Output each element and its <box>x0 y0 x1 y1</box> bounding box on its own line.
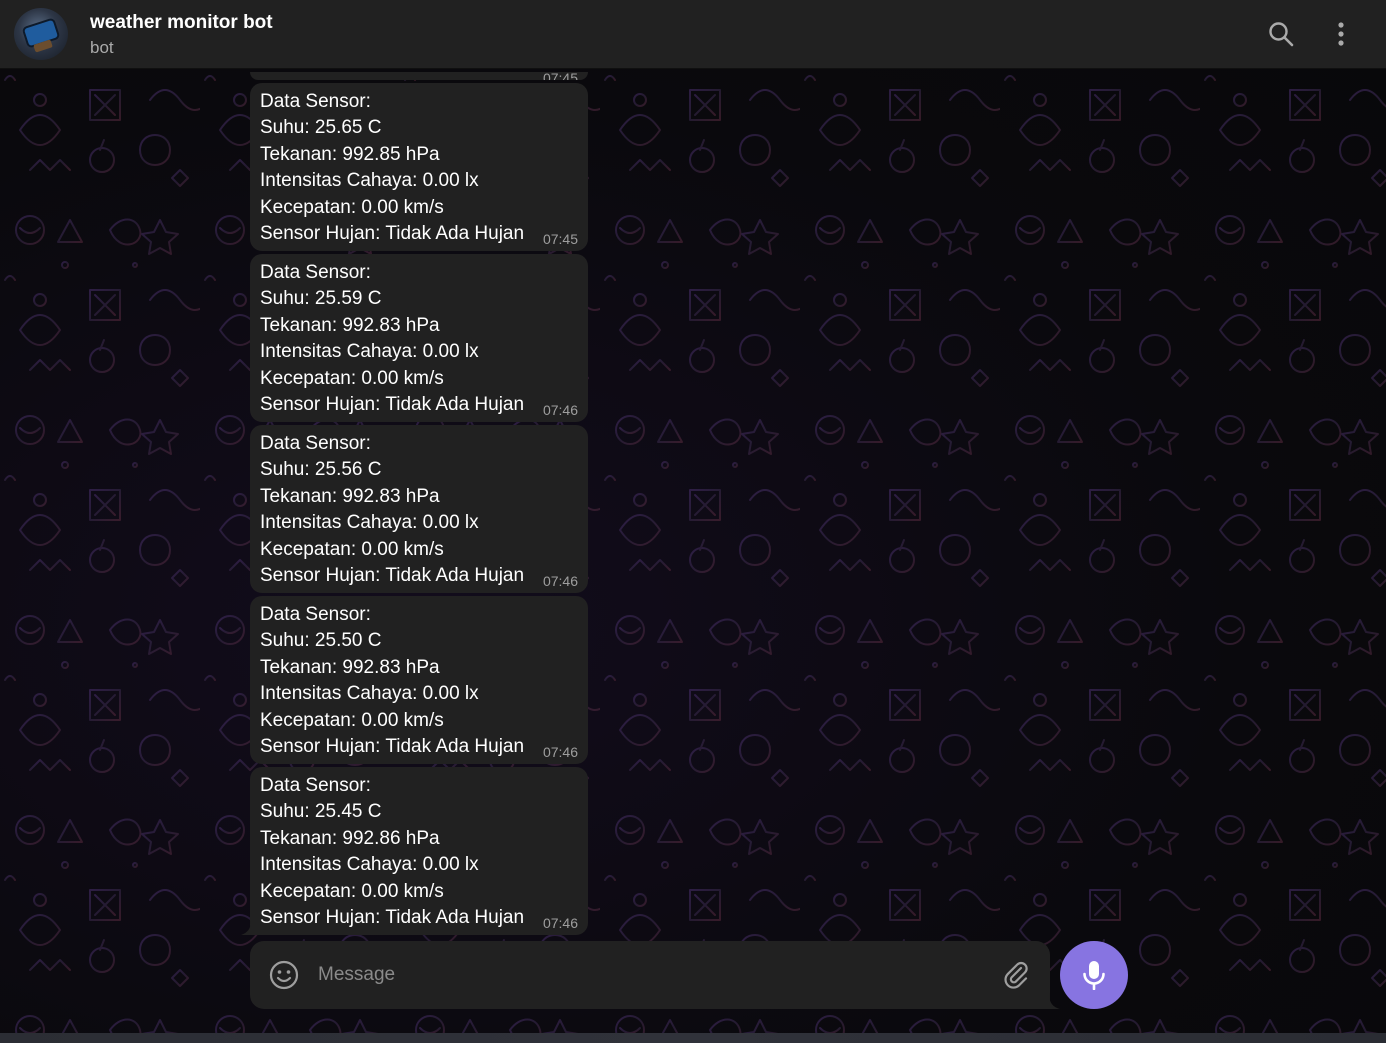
message-bubble[interactable]: Data Sensor: Suhu: 25.59 C Tekanan: 992.83… <box>250 254 588 422</box>
message-text-line: Intensitas Cahaya: 0.00 lx <box>260 341 479 363</box>
message-text-line: Sensor Hujan: Tidak Ada Hujan <box>260 223 525 245</box>
message-time: 07:45 <box>542 231 578 247</box>
message-time: 07:46 <box>542 573 578 589</box>
message-text-line: Kecepatan: 0.00 km/s <box>260 709 444 731</box>
message-time: 07:45 <box>542 72 578 80</box>
message-text-line: Tekanan: 992.85 hPa <box>260 143 440 165</box>
search-icon <box>1269 22 1294 47</box>
message-text-line: Sensor Hujan: Tidak Ada Hujan <box>260 907 525 929</box>
message-group: 07:45 Data Sensor: Suhu: 25.65 C Tekanan: … <box>241 69 588 935</box>
message-text-line: Data Sensor: <box>260 262 371 283</box>
message-bubble[interactable]: Data Sensor: Suhu: 25.50 C Tekanan: 992.83… <box>250 596 588 764</box>
message-input[interactable] <box>318 957 978 993</box>
microphone-icon <box>1083 961 1105 990</box>
emoji-button[interactable] <box>268 959 300 991</box>
message-text-line: Suhu: 25.56 C <box>260 459 382 481</box>
message-text-line: Intensitas Cahaya: 0.00 lx <box>260 683 479 705</box>
message-text-line: Tekanan: 992.86 hPa <box>260 827 440 849</box>
message-text-line: Suhu: 25.65 C <box>260 117 382 139</box>
composer-tail <box>1049 993 1060 1009</box>
message-text-line: Data Sensor: <box>260 91 371 112</box>
message-text-line: Intensitas Cahaya: 0.00 lx <box>260 512 479 534</box>
message-text-line: Kecepatan: 0.00 km/s <box>260 367 444 389</box>
message-text-line: Sensor Hujan: Tidak Ada Hujan <box>260 736 525 758</box>
message-text-line: Data Sensor: <box>260 604 371 625</box>
message-text-line: Kecepatan: 0.00 km/s <box>260 196 444 218</box>
message-text-line: Sensor Hujan: Tidak Ada Hujan <box>260 394 525 416</box>
message-text-line: Suhu: 25.59 C <box>260 288 382 310</box>
message-text-line: Kecepatan: 0.00 km/s <box>260 880 444 902</box>
message-time: 07:46 <box>542 402 578 418</box>
message-text-line: Kecepatan: 0.00 km/s <box>260 538 444 560</box>
message-bubble[interactable]: Data Sensor: Suhu: 25.65 C Tekanan: 992.85… <box>250 83 588 251</box>
message-text-line: Intensitas Cahaya: 0.00 lx <box>260 170 479 192</box>
message-bubble-partial[interactable]: 07:45 <box>250 72 588 80</box>
message-bubble[interactable]: Data Sensor: Suhu: 25.45 C Tekanan: 992.86… <box>241 767 588 935</box>
message-text-line: Suhu: 25.45 C <box>260 801 382 823</box>
message-time: 07:46 <box>542 744 578 760</box>
voice-record-button[interactable] <box>1060 941 1128 1009</box>
message-text-line: Suhu: 25.50 C <box>260 630 382 652</box>
search-button[interactable] <box>1261 14 1301 54</box>
paperclip-icon <box>1004 961 1028 989</box>
message-text-line: Data Sensor: <box>260 433 371 454</box>
bot-avatar[interactable] <box>14 8 68 60</box>
chat-title[interactable]: weather monitor bot <box>90 12 273 34</box>
chat-header: weather monitor bot bot <box>0 0 1386 69</box>
message-text-line: Data Sensor: <box>260 775 371 796</box>
message-composer <box>250 941 1060 1009</box>
message-text-line: Tekanan: 992.83 hPa <box>260 314 440 336</box>
message-time: 07:46 <box>542 915 578 931</box>
message-list[interactable]: 07:45 Data Sensor: Suhu: 25.65 C Tekanan: … <box>0 69 1386 939</box>
message-text-line: Sensor Hujan: Tidak Ada Hujan <box>260 565 525 587</box>
attach-button[interactable] <box>1000 959 1032 991</box>
message-text-line: Tekanan: 992.83 hPa <box>260 656 440 678</box>
more-vertical-icon <box>1338 22 1344 46</box>
message-text-line: Tekanan: 992.83 hPa <box>260 485 440 507</box>
message-bubble[interactable]: Data Sensor: Suhu: 25.56 C Tekanan: 992.83… <box>250 425 588 593</box>
message-tail <box>241 921 251 935</box>
emoji-icon <box>269 960 299 990</box>
chat-status: bot <box>90 38 114 57</box>
taskbar-edge <box>0 1033 1386 1043</box>
telegram-chat-window: weather monitor bot bot 07:45 Data Senso… <box>0 0 1386 1043</box>
message-text-line: Intensitas Cahaya: 0.00 lx <box>260 854 479 876</box>
more-options-button[interactable] <box>1321 14 1361 54</box>
